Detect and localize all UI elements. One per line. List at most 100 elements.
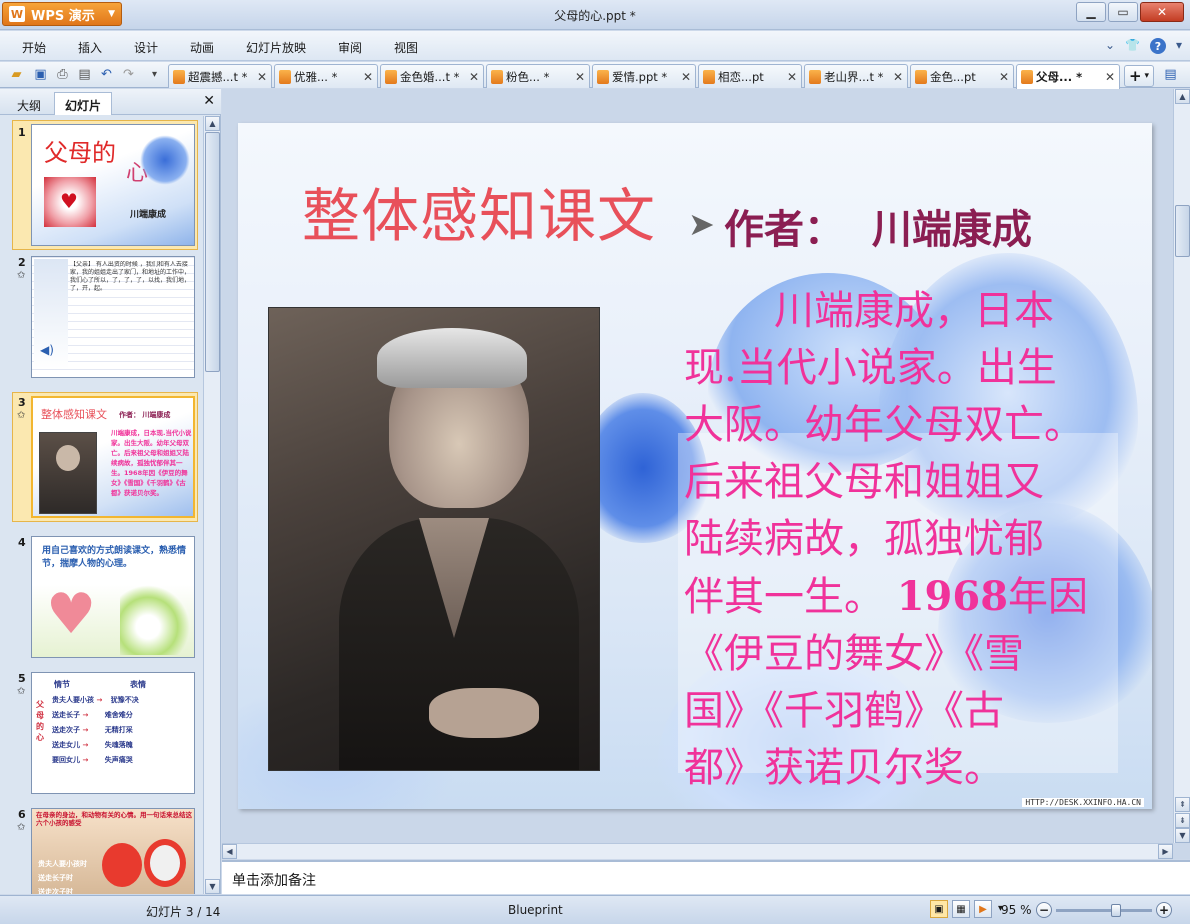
tab-document-5[interactable]: 爱情.ppt * ✕ bbox=[592, 64, 696, 88]
tab-slides[interactable]: 幻灯片 bbox=[54, 92, 113, 115]
zoom-out-button[interactable]: − bbox=[1036, 902, 1052, 918]
animation-star-icon: ✩ bbox=[17, 822, 26, 833]
ppt-file-icon bbox=[703, 69, 715, 84]
flower-image bbox=[140, 135, 190, 185]
biography-text[interactable]: 川端康成，日本 现.当代小说家。出生 大阪。幼年父母双亡。 后来祖父母和姐姐又 … bbox=[684, 283, 1124, 797]
portrait-hands bbox=[429, 688, 539, 738]
slides-panel: 大纲 幻灯片 ✕ 1 父母的 心 ♥ 川端康成 2 ✩ ◀) 【父亲】 有人出资… bbox=[0, 89, 221, 894]
author-photo-thumbnail bbox=[39, 432, 97, 514]
next-slide-icon[interactable]: ⇟ bbox=[1175, 813, 1190, 828]
scroll-up-icon[interactable]: ▲ bbox=[205, 116, 220, 131]
animation-star-icon: ✩ bbox=[17, 410, 26, 421]
tab-document-3[interactable]: 金色婚...t * ✕ bbox=[380, 64, 484, 88]
customize-toolbar-icon[interactable]: ▾ bbox=[146, 66, 163, 83]
thumbnail-preview: 情节 表情 父母的心 贵夫人要小孩 → 犹豫不决 送走长子 → 难舍难分 送走次… bbox=[31, 672, 195, 794]
panel-tabs: 大纲 幻灯片 ✕ bbox=[0, 89, 221, 115]
zoom-slider-knob[interactable] bbox=[1111, 904, 1122, 917]
ppt-file-icon bbox=[385, 69, 397, 84]
scroll-thumb[interactable] bbox=[1175, 205, 1190, 257]
slideshow-button[interactable]: ▶ bbox=[974, 900, 992, 918]
window-list-icon[interactable]: ▤ bbox=[1162, 66, 1179, 83]
close-tab-icon[interactable]: ✕ bbox=[787, 70, 797, 84]
scroll-right-icon[interactable]: ▶ bbox=[1158, 844, 1173, 859]
print-preview-icon[interactable]: ▤ bbox=[76, 66, 93, 83]
undo-icon[interactable]: ↶ bbox=[98, 66, 115, 83]
menu-home[interactable]: 开始 bbox=[22, 39, 46, 56]
thumbnails-scrollbar[interactable]: ▲ ▼ bbox=[203, 116, 220, 894]
menu-insert[interactable]: 插入 bbox=[78, 39, 102, 56]
maximize-icon: ▭ bbox=[1117, 5, 1129, 19]
close-tab-icon[interactable]: ✕ bbox=[363, 70, 373, 84]
close-tab-icon[interactable]: ✕ bbox=[575, 70, 585, 84]
thumbnail-preview: 用自己喜欢的方式朗读课文，熟悉情节，揣摩人物的心理。 ♥ bbox=[31, 536, 195, 658]
plot-table: 贵夫人要小孩 → 犹豫不决 送走长子 → 难舍难分 送走次子 → 无精打采 送走… bbox=[52, 696, 139, 764]
tab-document-8[interactable]: 金色...pt ✕ bbox=[910, 64, 1014, 88]
menu-view[interactable]: 视图 bbox=[394, 39, 418, 56]
menu-review[interactable]: 审阅 bbox=[338, 39, 362, 56]
close-tab-icon[interactable]: ✕ bbox=[469, 70, 479, 84]
scroll-down-icon[interactable]: ▼ bbox=[205, 879, 220, 894]
notes-placeholder[interactable]: 单击添加备注 bbox=[232, 870, 316, 890]
tab-outline[interactable]: 大纲 bbox=[6, 92, 52, 115]
open-folder-icon[interactable]: ▰ bbox=[8, 66, 25, 83]
ppt-file-icon bbox=[597, 69, 609, 84]
save-icon[interactable]: ▣ bbox=[32, 66, 49, 83]
scroll-down-icon[interactable]: ▼ bbox=[1175, 828, 1190, 843]
slide-sorter-button[interactable]: ▦ bbox=[952, 900, 970, 918]
zoom-in-button[interactable]: + bbox=[1156, 902, 1172, 918]
slide-title[interactable]: 整体感知课文 bbox=[302, 169, 656, 253]
close-tab-icon[interactable]: ✕ bbox=[1105, 70, 1115, 84]
current-slide[interactable]: 整体感知课文 ➤ 作者： 川端康成 川端康成，日本 现.当代小说家。出生 大阪。… bbox=[238, 123, 1152, 809]
skin-icon[interactable]: 👕 bbox=[1125, 38, 1140, 54]
quick-toolbar: ▰ ▣ ⎙ ▤ ↶ ↷ ▾ 超震撼...t * ✕ 优雅... * ✕ 金色婚.… bbox=[0, 62, 1190, 89]
tab-document-7[interactable]: 老山界...t * ✕ bbox=[804, 64, 908, 88]
scroll-left-icon[interactable]: ◀ bbox=[222, 844, 237, 859]
tab-document-2[interactable]: 优雅... * ✕ bbox=[274, 64, 378, 88]
tab-document-1[interactable]: 超震撼...t * ✕ bbox=[168, 64, 272, 88]
editor-horizontal-scrollbar[interactable]: ◀ ▶ bbox=[222, 843, 1173, 859]
collapse-ribbon-icon[interactable]: ⌄ bbox=[1105, 38, 1115, 54]
close-tab-icon[interactable]: ✕ bbox=[893, 70, 903, 84]
close-panel-icon[interactable]: ✕ bbox=[203, 93, 215, 109]
close-button[interactable]: ✕ bbox=[1140, 2, 1184, 22]
zoom-slider[interactable] bbox=[1056, 904, 1152, 917]
close-tab-icon[interactable]: ✕ bbox=[681, 70, 691, 84]
notes-pane[interactable]: 单击添加备注 bbox=[222, 860, 1190, 894]
ppt-file-icon bbox=[809, 69, 821, 84]
close-tab-icon[interactable]: ✕ bbox=[999, 70, 1009, 84]
ppt-file-icon bbox=[1021, 70, 1033, 84]
zoom-level[interactable]: 95 % bbox=[1001, 903, 1032, 917]
scroll-up-icon[interactable]: ▲ bbox=[1175, 89, 1190, 104]
title-bar: W WPS 演示 ▼ 父母的心.ppt * ▁ ▭ ✕ bbox=[0, 0, 1190, 30]
tab-document-active[interactable]: 父母... * ✕ bbox=[1016, 64, 1120, 89]
maximize-button[interactable]: ▭ bbox=[1108, 2, 1138, 22]
menu-slideshow[interactable]: 幻灯片放映 bbox=[246, 39, 306, 56]
heart-image: ♥ bbox=[44, 177, 96, 227]
redo-icon[interactable]: ↷ bbox=[120, 66, 137, 83]
minimize-button[interactable]: ▁ bbox=[1076, 2, 1106, 22]
close-tab-icon[interactable]: ✕ bbox=[257, 70, 267, 84]
ppt-file-icon bbox=[915, 69, 927, 84]
tab-document-6[interactable]: 相恋...pt ✕ bbox=[698, 64, 802, 88]
bullet-arrow-icon: ➤ bbox=[688, 205, 715, 243]
lily-image bbox=[120, 585, 190, 655]
menu-animation[interactable]: 动画 bbox=[190, 39, 214, 56]
help-icon[interactable]: ? bbox=[1149, 38, 1166, 54]
normal-view-button[interactable]: ▣ bbox=[930, 900, 948, 918]
heart-icon: ♥ bbox=[46, 582, 97, 647]
tab-document-4[interactable]: 粉色... * ✕ bbox=[486, 64, 590, 88]
animation-star-icon: ✩ bbox=[17, 686, 26, 697]
previous-slide-icon[interactable]: ⇞ bbox=[1175, 797, 1190, 812]
slide-editor: 整体感知课文 ➤ 作者： 川端康成 川端康成，日本 现.当代小说家。出生 大阪。… bbox=[222, 89, 1190, 859]
new-tab-button[interactable]: + ▾ bbox=[1124, 65, 1154, 87]
window-controls: ▁ ▭ ✕ bbox=[1076, 2, 1184, 22]
editor-vertical-scrollbar[interactable]: ▲ ⇞ ⇟ ▼ bbox=[1173, 89, 1190, 843]
help-dropdown-icon[interactable]: ▾ bbox=[1176, 38, 1182, 54]
print-icon[interactable]: ⎙ bbox=[54, 66, 71, 83]
scroll-thumb[interactable] bbox=[205, 132, 220, 372]
menu-design[interactable]: 设计 bbox=[134, 39, 158, 56]
author-line[interactable]: 作者： 川端康成 bbox=[724, 197, 1032, 255]
grid-icon: ▦ bbox=[956, 903, 966, 915]
chevron-down-icon: ▾ bbox=[1144, 71, 1150, 81]
author-photo[interactable] bbox=[268, 307, 600, 771]
